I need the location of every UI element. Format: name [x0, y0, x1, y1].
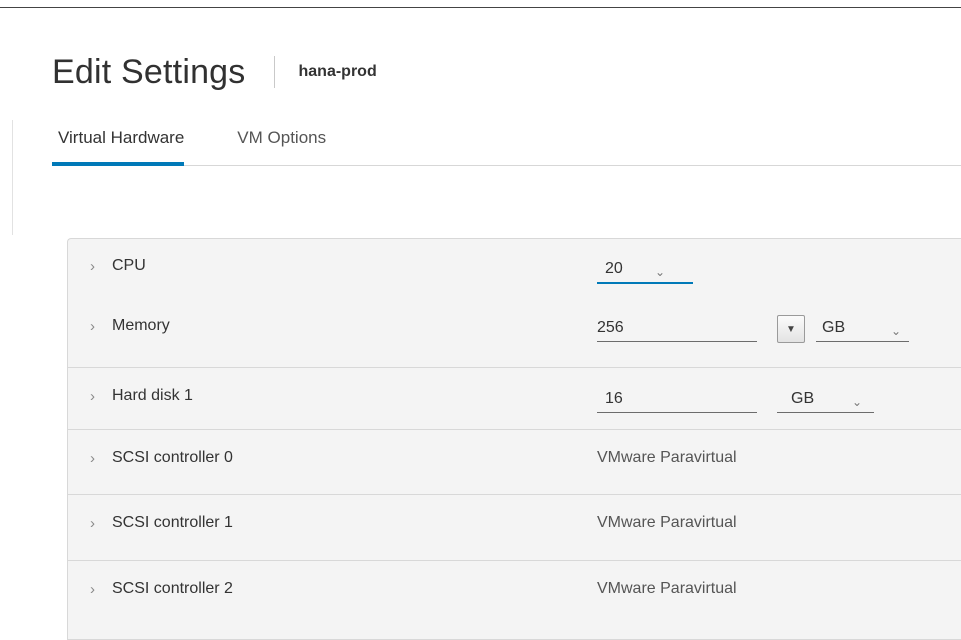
scsi-controller-2-type: VMware Paravirtual: [597, 580, 737, 597]
chevron-right-icon[interactable]: ›: [90, 515, 112, 532]
window-top-border: [0, 7, 961, 8]
chevron-right-icon[interactable]: ›: [90, 581, 112, 598]
scsi-controller-1-type: VMware Paravirtual: [597, 514, 737, 531]
scsi-controller-2-row-label[interactable]: › SCSI controller 2: [90, 580, 233, 598]
scsi-controller-0-row: › SCSI controller 0 VMware Paravirtual: [68, 429, 961, 495]
cpu-count-value: 20: [605, 260, 623, 277]
scsi-controller-1-row-label[interactable]: › SCSI controller 1: [90, 514, 233, 532]
hard-disk-size-input[interactable]: 16: [597, 388, 757, 413]
left-edge-divider: [12, 120, 13, 235]
vm-name: hana-prod: [298, 63, 377, 80]
memory-label: Memory: [112, 317, 170, 334]
memory-size-input[interactable]: 256: [597, 317, 757, 342]
hard-disk-unit-value: GB: [791, 390, 815, 407]
cpu-memory-group: › CPU 20 ⌄ › Memory 256 ▼ GB ⌄: [68, 239, 961, 368]
hard-disk-1-row-label[interactable]: › Hard disk 1: [90, 387, 193, 405]
cpu-count-select[interactable]: 20 ⌄: [597, 258, 693, 284]
scsi-controller-0-row-label[interactable]: › SCSI controller 0: [90, 449, 233, 467]
hard-disk-unit-select[interactable]: GB ⌄: [777, 388, 874, 413]
scsi-controller-1-label: SCSI controller 1: [112, 514, 233, 531]
memory-size-value: 256: [597, 319, 624, 336]
scsi-controller-1-row: › SCSI controller 1 VMware Paravirtual: [68, 494, 961, 561]
dialog-header: Edit Settings hana-prod: [52, 48, 377, 96]
chevron-down-icon: ⌄: [851, 395, 862, 409]
tab-vm-options[interactable]: VM Options: [237, 120, 326, 165]
settings-tabs: Virtual Hardware VM Options: [52, 120, 961, 166]
chevron-down-icon: ⌄: [654, 265, 665, 279]
scsi-controller-2-row: › SCSI controller 2 VMware Paravirtual: [68, 560, 961, 640]
chevron-right-icon[interactable]: ›: [90, 388, 112, 405]
hardware-panel: › CPU 20 ⌄ › Memory 256 ▼ GB ⌄ › Hard di…: [67, 238, 961, 640]
scsi-controller-2-label: SCSI controller 2: [112, 580, 233, 597]
chevron-right-icon[interactable]: ›: [90, 450, 112, 467]
chevron-right-icon[interactable]: ›: [90, 258, 112, 275]
cpu-label: CPU: [112, 257, 146, 274]
chevron-down-icon: ⌄: [890, 324, 901, 338]
title-divider: [273, 56, 275, 88]
tab-virtual-hardware[interactable]: Virtual Hardware: [52, 120, 185, 166]
scsi-controller-0-label: SCSI controller 0: [112, 449, 233, 466]
hard-disk-1-label: Hard disk 1: [112, 387, 193, 404]
memory-spin-down-button[interactable]: ▼: [777, 315, 805, 343]
hard-disk-1-row: › Hard disk 1 16 GB ⌄: [68, 367, 961, 430]
chevron-right-icon[interactable]: ›: [90, 318, 112, 335]
caret-down-icon: ▼: [786, 323, 796, 335]
memory-unit-value: GB: [822, 319, 846, 336]
page-title: Edit Settings: [52, 52, 246, 91]
memory-unit-select[interactable]: GB ⌄: [816, 317, 909, 342]
hard-disk-size-value: 16: [605, 390, 623, 407]
cpu-row-label[interactable]: › CPU: [90, 257, 146, 275]
scsi-controller-0-type: VMware Paravirtual: [597, 449, 737, 466]
memory-row-label[interactable]: › Memory: [90, 317, 170, 335]
